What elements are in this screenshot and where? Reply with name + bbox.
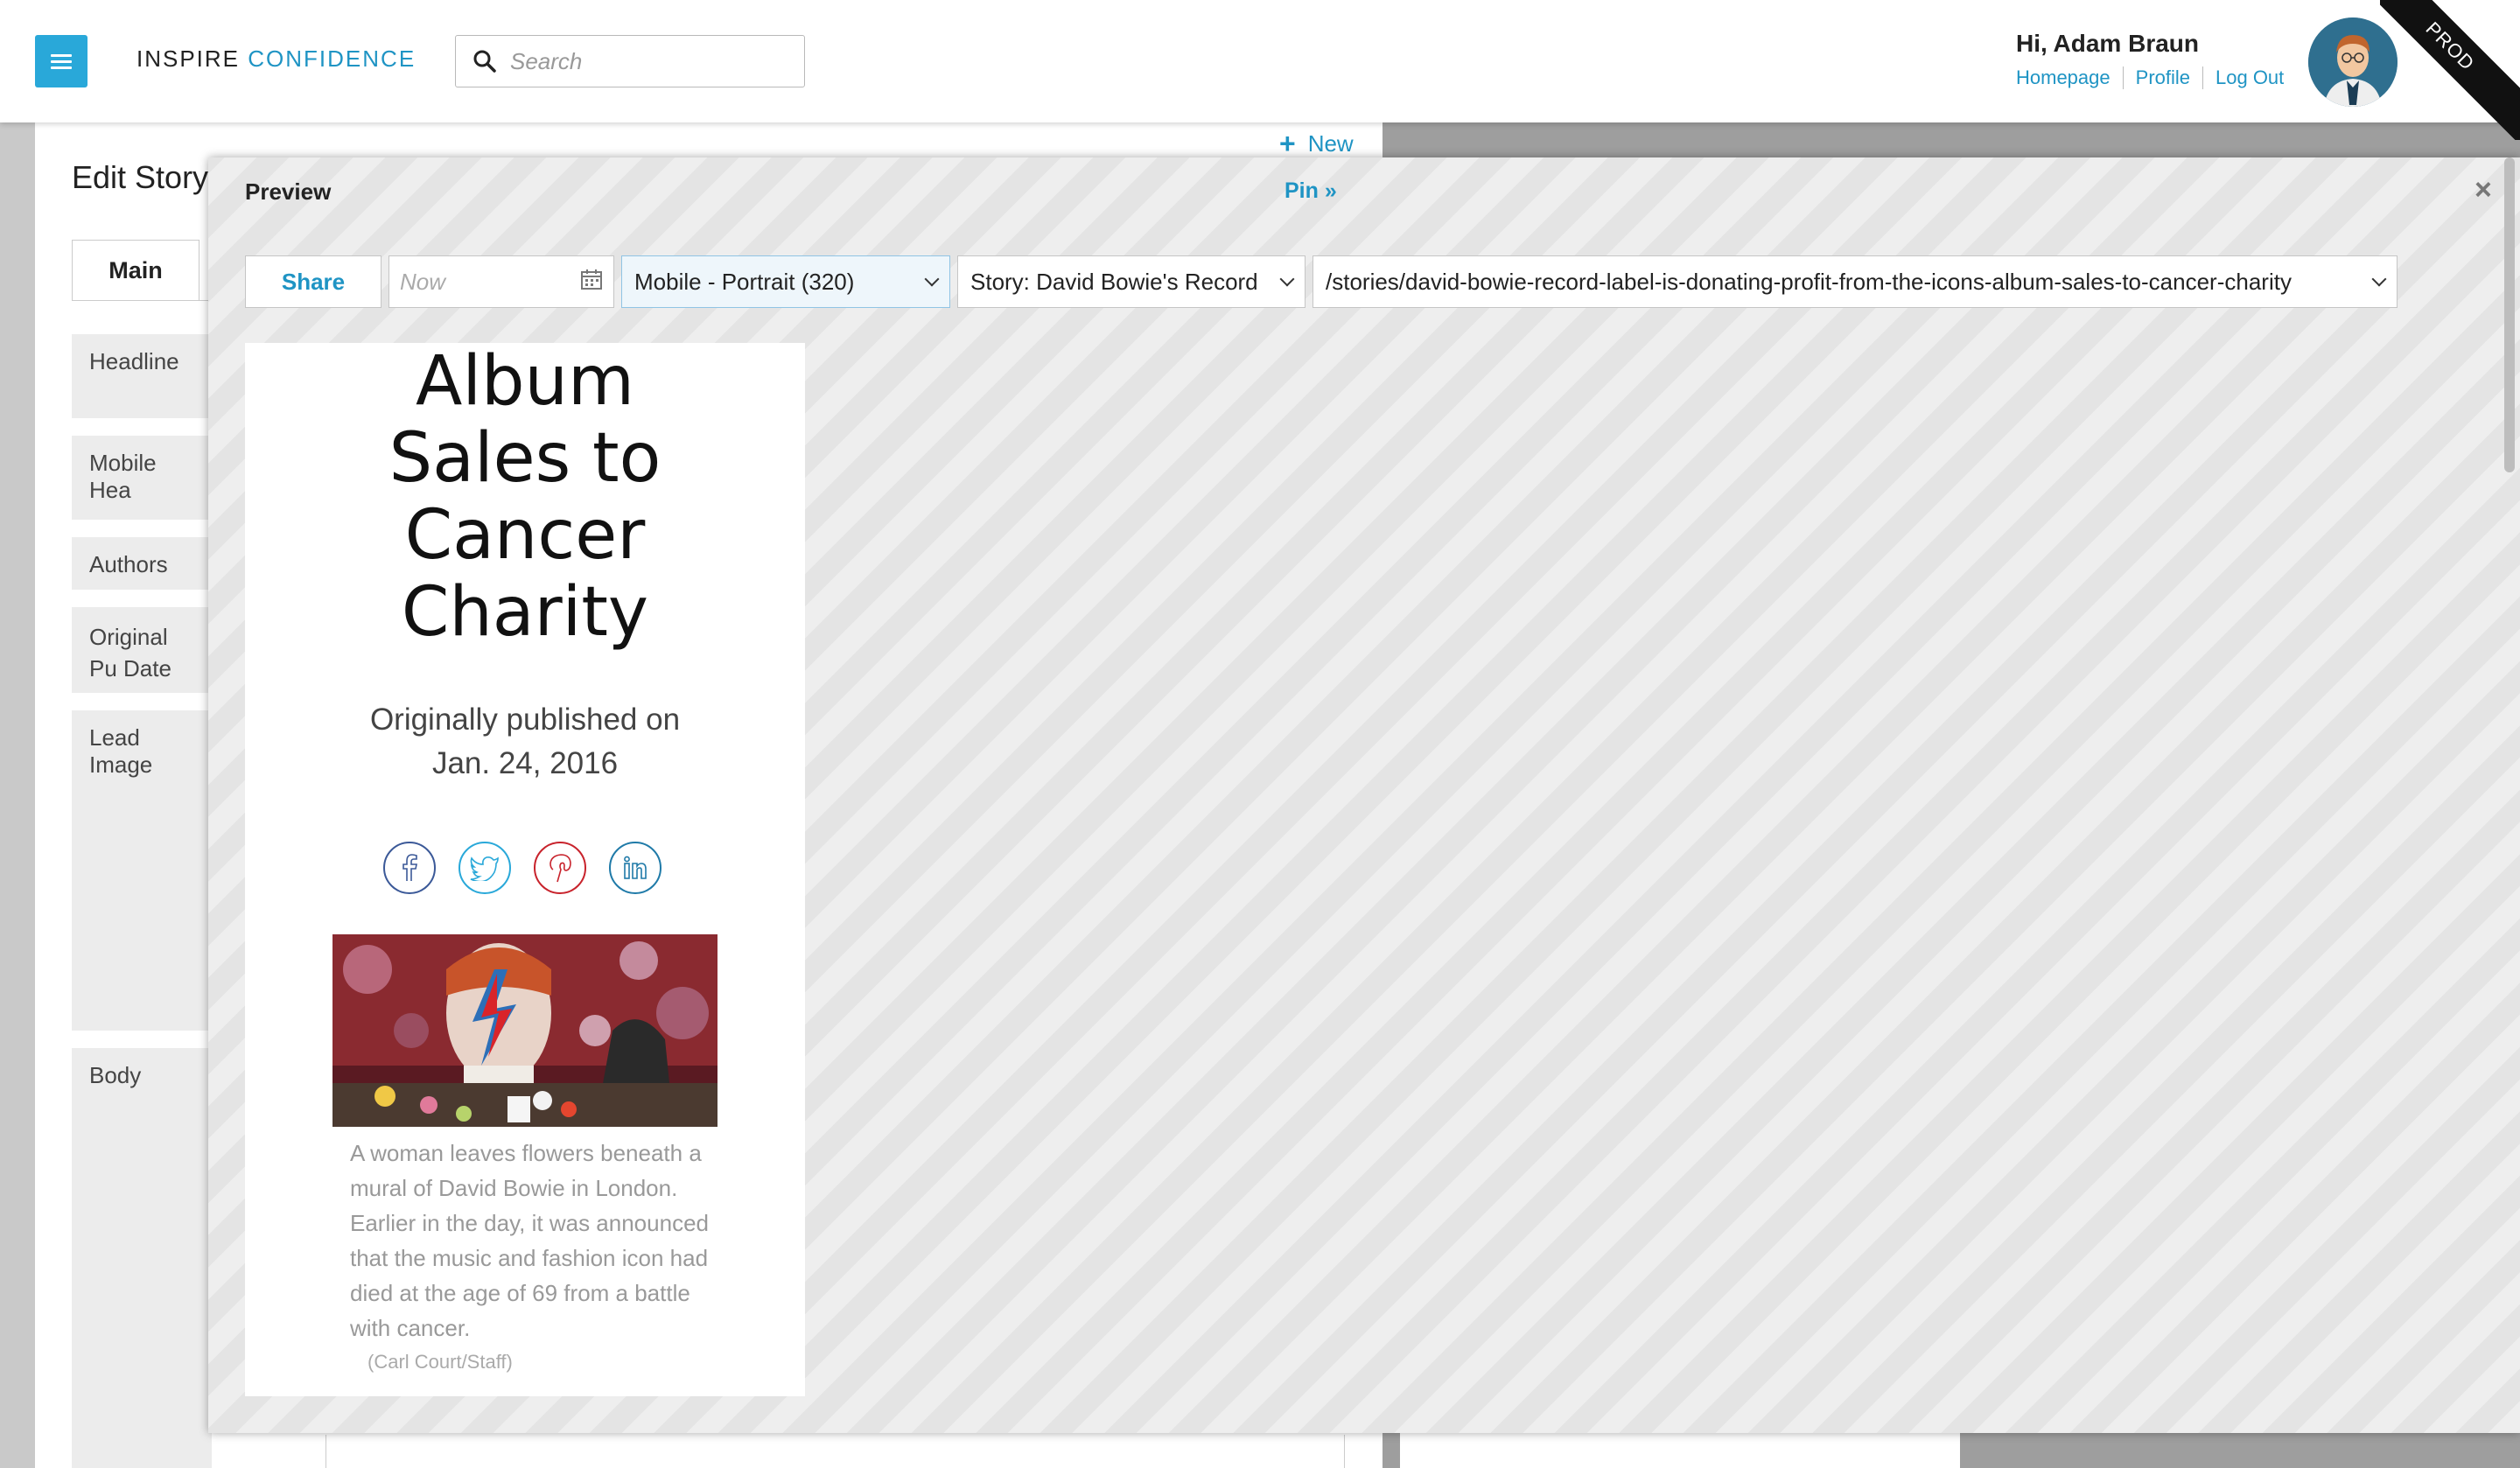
field-lead-image-label: Lead Image	[72, 710, 212, 1031]
lead-image	[332, 934, 718, 1127]
mobile-preview-frame[interactable]: Album Sales to Cancer Charity Originally…	[245, 343, 805, 1396]
preview-panel: Preview Pin » × Share Now Mobile - Portr…	[208, 157, 2520, 1433]
published-date: Originally published on Jan. 24, 2016	[245, 698, 805, 786]
page-title: Edit Story	[72, 159, 209, 195]
field-authors-label: Authors	[72, 537, 212, 590]
pin-button[interactable]: Pin »	[1284, 178, 1337, 204]
hamburger-menu-button[interactable]	[35, 35, 88, 87]
preview-date-input[interactable]: Now	[388, 255, 614, 308]
facebook-icon[interactable]	[383, 842, 436, 894]
field-original-pub-date-label: Original Pu Date	[72, 607, 212, 693]
device-select[interactable]: Mobile - Portrait (320)	[621, 255, 950, 308]
plus-icon: +	[1279, 128, 1296, 159]
device-select-value: Mobile - Portrait (320)	[634, 268, 855, 295]
story-select[interactable]: Story: David Bowie's Record	[957, 255, 1306, 308]
search-icon	[472, 48, 498, 74]
bowie-mural-photo	[332, 934, 718, 1127]
greeting-text: Hi, Adam Braun	[2016, 30, 2199, 57]
tab-divider	[72, 300, 212, 301]
chevron-down-icon	[924, 271, 940, 287]
date-placeholder: Now	[400, 268, 446, 295]
app-logo[interactable]: INSPIRE CONFIDENCE	[136, 45, 416, 73]
image-credit: (Carl Court/Staff)	[368, 1351, 513, 1373]
chevron-down-icon	[1279, 271, 1295, 287]
url-path-select[interactable]: /stories/david-bowie-record-label-is-don…	[1312, 255, 2398, 308]
url-path-value: /stories/david-bowie-record-label-is-don…	[1326, 268, 2292, 295]
share-button[interactable]: Share	[245, 255, 382, 308]
homepage-link[interactable]: Homepage	[2016, 66, 2123, 89]
twitter-icon[interactable]	[458, 842, 511, 894]
user-links: Homepage Profile Log Out	[2016, 66, 2296, 89]
published-label: Originally published on	[369, 703, 681, 737]
body-editor-area	[326, 1435, 1345, 1468]
preview-title: Preview	[245, 178, 332, 205]
chevron-down-icon	[2371, 271, 2387, 287]
new-story-button[interactable]: + New	[1279, 128, 1354, 160]
field-headline-label: Headline	[72, 334, 212, 418]
scrollbar-thumb[interactable]	[2504, 157, 2515, 472]
profile-link[interactable]: Profile	[2122, 66, 2202, 89]
logo-text-accent: CONFIDENCE	[248, 45, 416, 72]
hamburger-icon	[51, 53, 72, 69]
field-mobile-headline-label: Mobile Hea	[72, 436, 212, 520]
headline-text: Album Sales to Cancer Charity	[388, 343, 662, 652]
linkedin-icon[interactable]	[609, 842, 662, 894]
logout-link[interactable]: Log Out	[2202, 66, 2296, 89]
close-icon[interactable]: ×	[2474, 173, 2492, 207]
user-greeting: Hi, Adam Braun Homepage Profile Log Out	[2016, 30, 2296, 89]
image-caption: A woman leaves flowers beneath a mural o…	[350, 1140, 709, 1341]
pinterest-icon[interactable]	[534, 842, 586, 894]
environment-badge: PROD	[2380, 0, 2520, 140]
top-navigation-bar: INSPIRE CONFIDENCE Hi, Adam Braun Homepa…	[0, 0, 2520, 140]
search-box[interactable]	[455, 35, 805, 87]
logo-text-primary: INSPIRE	[136, 45, 241, 72]
tab-main[interactable]: Main	[72, 240, 200, 301]
field-body-label: Body	[72, 1048, 212, 1468]
new-label: New	[1307, 130, 1354, 157]
article-headline: Album Sales to Cancer Charity	[245, 343, 805, 651]
calendar-icon[interactable]	[580, 268, 603, 297]
search-input[interactable]	[510, 47, 790, 75]
environment-ribbon: PROD	[2380, 0, 2520, 140]
published-date-value: Jan. 24, 2016	[431, 746, 619, 780]
story-select-value: Story: David Bowie's Record	[970, 268, 1258, 295]
